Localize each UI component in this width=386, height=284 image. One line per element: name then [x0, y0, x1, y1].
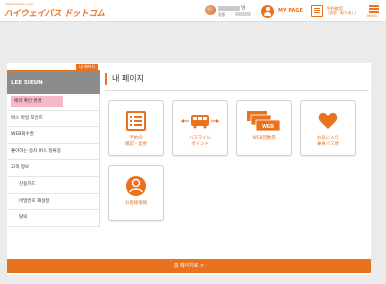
sidebar-item-password-reset[interactable]: 비밀번호 재설정: [7, 194, 99, 211]
tile-label: お客様情報: [111, 201, 161, 207]
person-icon: [109, 174, 163, 198]
reservation-sublabel: （変更・取り消し）: [326, 11, 359, 15]
tile-label-line2: 乗車バス停: [317, 142, 339, 147]
mypage-link[interactable]: MY PAGE: [261, 3, 309, 19]
sidebar-item-favorite-stop[interactable]: 좋아하는 승차 버스 정류장: [7, 144, 99, 161]
main-area: 내 페이지 予約の 確認・変更 バスマイル ポイント WEB WEB回数券 お気…: [105, 73, 369, 253]
sidebar-user-name: LEE SIEUN: [7, 71, 100, 94]
tile-reservation[interactable]: 予約の 確認・変更: [108, 100, 164, 156]
tile-label-line1: 予約の: [129, 136, 143, 141]
list-icon: [311, 5, 323, 17]
menu-label: MENU: [367, 14, 378, 18]
tile-bus-mile[interactable]: バスマイル ポイント: [172, 100, 228, 156]
tile-label-line1: バスマイル: [189, 136, 211, 141]
sidebar-item-bus-mile[interactable]: 버스 마일 포인트: [7, 111, 99, 128]
page-title: 내 페이지: [105, 73, 369, 85]
ticket-icon: WEB: [237, 109, 291, 133]
tile-label: バスマイル ポイント: [175, 136, 225, 148]
user-sama: 님: [241, 5, 246, 11]
mypage-label: MY PAGE: [278, 8, 303, 14]
user-name-redacted: [218, 6, 240, 11]
person-circle-icon: [261, 4, 274, 18]
tile-customer-info[interactable]: お客様情報: [108, 165, 164, 221]
sidebar-item-customer-info[interactable]: 고객 정보: [7, 160, 99, 177]
hamburger-bar: [369, 11, 379, 13]
tile-label-line2: ポイント: [191, 142, 209, 147]
sidebar-menu: 예약 확인 변경 버스 마일 포인트 WEB회수권 좋아하는 승차 버스 정류장…: [7, 94, 100, 227]
reservation-check-link[interactable]: 予約確認 （変更・取り消し）: [311, 3, 363, 19]
title-divider: [105, 90, 369, 91]
svg-text:WEB: WEB: [262, 124, 274, 130]
bus-icon: [173, 109, 227, 133]
hamburger-bar: [369, 8, 379, 10]
sidebar-item-web-ticket[interactable]: WEB회수권: [7, 127, 99, 144]
tile-web-ticket[interactable]: WEB WEB回数券: [236, 100, 292, 156]
tile-label-line2: 確認・変更: [125, 142, 147, 147]
logo-url: highwaybus.com: [5, 2, 34, 6]
user-points-redacted: [235, 12, 251, 16]
site-logo[interactable]: ハイウェイバス ドットコム: [4, 7, 105, 19]
tile-label-line1: お客様情報: [125, 201, 147, 206]
tile-label: 予約の 確認・変更: [111, 136, 161, 148]
sidebar-item-withdraw[interactable]: 탈퇴: [7, 210, 99, 227]
hamburger-icon: [369, 5, 379, 7]
sidebar-top: 내 페이지: [7, 63, 100, 71]
sidebar-item-reservation[interactable]: 예약 확인 변경: [7, 94, 99, 111]
site-header: highwaybus.com ハイウェイバス ドットコム 정중 님 MY PAG…: [0, 0, 386, 22]
tile-favorite-stop[interactable]: お気に入り 乗車バス停: [300, 100, 356, 156]
user-info: 정중 님: [205, 3, 255, 19]
sidebar-item-label: 예약 확인 변경: [11, 96, 63, 107]
menu-button[interactable]: MENU: [366, 3, 382, 19]
list-icon: [109, 109, 163, 133]
tile-label: お気に入り 乗車バス停: [303, 136, 353, 148]
home-page-button[interactable]: 홈 페이지로 >: [7, 259, 371, 273]
heart-icon: [301, 109, 355, 133]
user-avatar-icon: [205, 5, 216, 15]
content-panel: 내 페이지 LEE SIEUN 예약 확인 변경 버스 마일 포인트 WEB회수…: [7, 63, 371, 275]
sidebar-item-credit-card[interactable]: 신용카드: [7, 177, 99, 194]
sidebar-top-label: 내 페이지: [76, 64, 98, 70]
sidebar: 내 페이지 LEE SIEUN 예약 확인 변경 버스 마일 포인트 WEB회수…: [7, 63, 100, 257]
user-honorific: 정중: [218, 12, 226, 17]
tile-label-line1: WEB回数券: [252, 136, 276, 141]
tile-label-line1: お気に入り: [317, 136, 339, 141]
tile-label: WEB回数券: [239, 136, 289, 142]
